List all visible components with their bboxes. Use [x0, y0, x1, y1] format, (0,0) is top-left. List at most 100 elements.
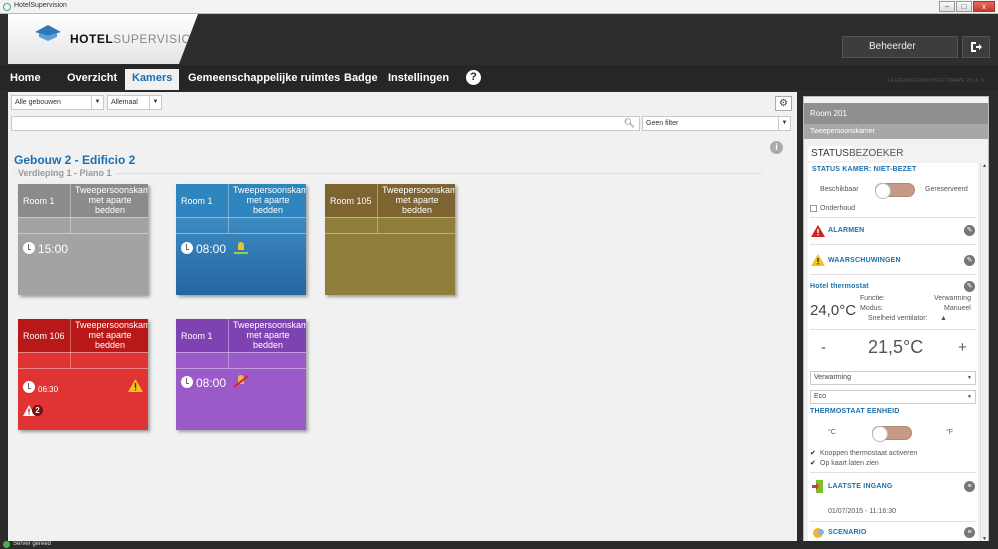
room-name: Room 1: [181, 196, 213, 206]
room-type: Tweepersoonskamer met aparte bedden: [233, 320, 306, 350]
status-bar: Server gereed: [0, 541, 998, 549]
decrease-button[interactable]: -: [821, 339, 826, 356]
cleaning-icon: [234, 242, 249, 254]
scenario-icon: [813, 528, 824, 538]
close-button[interactable]: x: [973, 1, 995, 12]
rooms-view: Alle gebouwen ▼ Allemaal ▼ ⚙ 🔍︎ Geen fil…: [8, 92, 797, 541]
info-icon[interactable]: i: [770, 141, 783, 154]
logo: HOTELSUPERVISION: [8, 14, 198, 64]
checkmark-icon[interactable]: ✔: [810, 449, 816, 457]
room-type: Tweepersoonskamer met aparte bedden: [233, 185, 306, 215]
floor-title: Verdieping 1 - Piano 1: [18, 168, 116, 178]
checkmark-icon[interactable]: ✔: [810, 459, 816, 467]
logo-text-bold: HOTEL: [70, 32, 114, 46]
clock-icon: [23, 381, 35, 393]
user-menu-button[interactable]: Beheerder: [842, 36, 958, 58]
warning-icon: [128, 379, 143, 392]
heating-mode-value: Verwarming: [814, 374, 851, 381]
scenario-title: SCENARIO: [828, 529, 867, 536]
door-entry-icon: [812, 480, 823, 493]
current-temperature: 24,0°C: [810, 302, 857, 319]
setpoint-value: 21,5°C: [868, 337, 924, 357]
divider: [14, 173, 762, 174]
last-entry-title: LAATSTE INGANG: [828, 483, 893, 490]
checkin-time: 15:00: [23, 242, 68, 256]
room-type: Tweepersoonskamer met aparte bedden: [75, 185, 148, 215]
main-nav: Home Overzicht Kamers Gemeenschappelijke…: [0, 65, 998, 90]
settings-gear-icon[interactable]: ⚙: [775, 96, 792, 111]
alarm-count-badge: 2: [32, 405, 43, 416]
mode-value: Manueel: [944, 305, 971, 312]
checkin-time-value: 08:00: [196, 376, 227, 390]
search-input[interactable]: 🔍︎: [11, 116, 640, 131]
scroll-up-icon[interactable]: ▲: [981, 163, 988, 171]
status-select[interactable]: Allemaal ▼: [107, 95, 162, 110]
edit-thermostat-icon[interactable]: ✎: [964, 281, 975, 292]
unit-toggle[interactable]: [872, 426, 912, 442]
room-card[interactable]: Room 106 Tweepersoonskamer met aparte be…: [18, 319, 148, 430]
chevron-down-icon: ▼: [91, 96, 103, 109]
status-panel: STATUS KAMER: NIET-BEZET Beschikbaar Ger…: [808, 163, 978, 544]
edit-warnings-icon[interactable]: ✎: [964, 255, 975, 266]
checkin-time-value: 08:00: [196, 242, 227, 256]
checkin-time-value: 15:00: [38, 242, 69, 256]
detail-room-name: Room 201: [804, 103, 988, 124]
nav-instellingen[interactable]: Instellingen: [381, 69, 456, 90]
nav-badge[interactable]: Badge: [337, 69, 385, 90]
hotel-logo-icon: [35, 25, 61, 41]
app-header: HOTELSUPERVISION Beheerder: [0, 14, 998, 65]
checkin-time-value: 06:30: [38, 385, 59, 394]
detail-room-type: Tweepersoonskamer: [804, 124, 988, 139]
chevron-down-icon: ▼: [149, 96, 161, 109]
building-select[interactable]: Alle gebouwen ▼: [11, 95, 104, 110]
show-on-map-label: Op kaart laten zien: [820, 460, 879, 467]
alarms-title: ALARMEN: [828, 227, 865, 234]
chevron-down-icon: ▼: [967, 375, 972, 381]
room-name: Room 106: [23, 331, 65, 341]
minimize-button[interactable]: –: [939, 1, 955, 12]
last-entry-value: 01/07/2015 - 11:16:30: [828, 508, 896, 515]
server-status-icon: [3, 541, 10, 548]
detail-scrollbar[interactable]: ▲ ▼: [980, 163, 987, 544]
list-icon[interactable]: ≡: [964, 527, 975, 538]
room-name: Room 105: [330, 196, 372, 206]
nav-gemeenschappelijke-ruimtes[interactable]: Gemeenschappelijke ruimtes: [181, 69, 347, 90]
app-icon: [3, 3, 11, 11]
clock-icon: [181, 242, 193, 254]
availability-toggle[interactable]: [875, 183, 915, 199]
server-status-text: Server gereed: [13, 541, 52, 547]
vendor-text: LEGRANDGROUPSOFTWARE 2016 ©: [888, 78, 985, 84]
warning-icon: [811, 254, 825, 266]
function-value: Verwarming: [934, 295, 971, 302]
window-title: HotelSupervision: [14, 2, 67, 9]
alarm-icon: [811, 225, 825, 237]
edit-alarms-icon[interactable]: ✎: [964, 225, 975, 236]
maintenance-checkbox[interactable]: [810, 205, 817, 212]
toggle-left-label: Beschikbaar: [820, 186, 859, 193]
no-cleaning-icon: [233, 375, 249, 388]
building-select-value: Alle gebouwen: [15, 99, 61, 106]
nav-kamers[interactable]: Kamers: [125, 69, 180, 90]
eco-select[interactable]: Eco ▼: [810, 390, 976, 404]
nav-overzicht[interactable]: Overzicht: [60, 69, 124, 90]
heating-mode-select[interactable]: Verwarming ▼: [810, 371, 976, 385]
list-icon[interactable]: ≡: [964, 481, 975, 492]
filter-select[interactable]: Geen filter ▼: [642, 116, 791, 131]
room-card[interactable]: Room 1 Tweepersoonskamer met aparte bedd…: [176, 319, 306, 430]
room-card[interactable]: Room 1 Tweepersoonskamer met aparte bedd…: [18, 184, 148, 295]
mode-label: Modus:: [860, 305, 883, 312]
nav-home[interactable]: Home: [3, 69, 48, 90]
room-name: Room 1: [23, 196, 55, 206]
room-card[interactable]: Room 1 Tweepersoonskamer met aparte bedd…: [176, 184, 306, 295]
help-icon[interactable]: ?: [466, 70, 481, 85]
maximize-button[interactable]: □: [956, 1, 972, 12]
eco-select-value: Eco: [814, 393, 827, 400]
increase-button[interactable]: +: [958, 339, 967, 356]
thermostat-title: Hotel thermostat: [810, 283, 869, 290]
tab-bezoeker[interactable]: BEZOEKER: [846, 146, 906, 161]
fan-icon: ▲: [940, 315, 947, 322]
building-title: Gebouw 2 - Edificio 2: [14, 153, 136, 167]
room-card[interactable]: Room 105 Tweepersoonskamer met aparte be…: [325, 184, 455, 295]
logout-icon[interactable]: [962, 36, 990, 58]
checkin-time: 06:30: [23, 381, 58, 394]
